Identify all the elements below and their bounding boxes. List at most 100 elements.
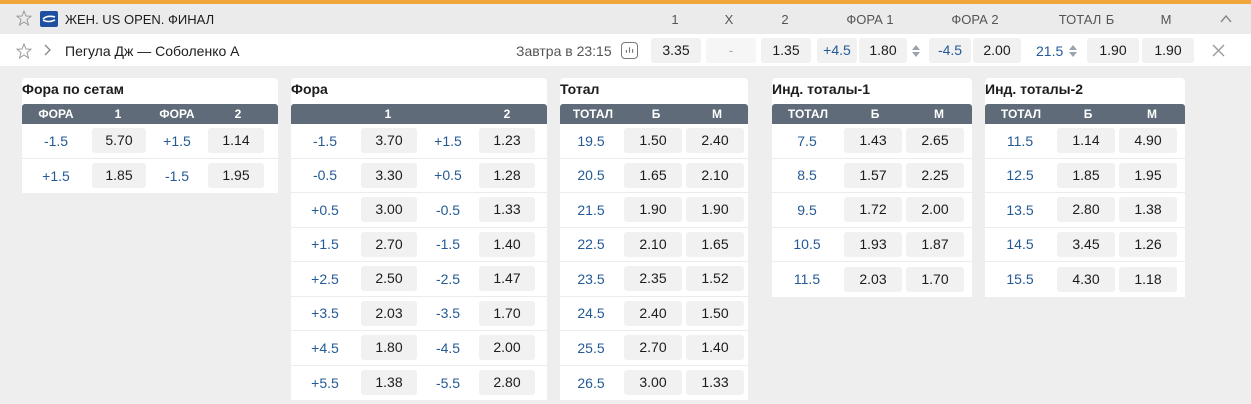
chevron-up-icon[interactable] xyxy=(1219,12,1233,26)
odd-cell[interactable]: 2.70 xyxy=(624,335,682,361)
odd-cell[interactable]: 1.50 xyxy=(624,128,682,154)
odd-cell[interactable]: 1.26 xyxy=(1119,231,1177,257)
table-header: ФОРА 1 ФОРА 2 xyxy=(22,104,278,124)
event-row[interactable]: Пегула Дж — Соболенко А Завтра в 23:15 3… xyxy=(0,34,1251,66)
odd-cell[interactable]: 2.10 xyxy=(686,162,744,188)
table-row: +1.5 2.70 -1.5 1.40 xyxy=(291,227,547,262)
line-value: 11.5 xyxy=(1006,132,1034,149)
table-row: 19.5 1.50 2.40 xyxy=(560,124,748,159)
odd-cell[interactable]: 1.23 xyxy=(479,128,535,154)
table-row: 8.5 1.57 2.25 xyxy=(772,158,972,193)
odd-cell[interactable]: 1.14 xyxy=(208,128,264,154)
odd-cell[interactable]: 3.00 xyxy=(361,197,417,223)
odd-cell[interactable]: 2.00 xyxy=(906,197,964,223)
odd-cell[interactable]: 1.65 xyxy=(624,162,682,188)
card-total: Тотал ТОТАЛ Б М 19.5 1.50 2.40 20.5 1.65 2.10… xyxy=(560,78,748,400)
sort-icon[interactable] xyxy=(911,44,921,58)
odd-cell[interactable]: 1.43 xyxy=(844,128,902,154)
odd-cell[interactable]: 1.95 xyxy=(208,163,264,189)
odd-cell[interactable]: 2.25 xyxy=(906,162,964,188)
line-value: 12.5 xyxy=(1006,167,1034,184)
odd-cell[interactable]: 1.52 xyxy=(686,266,744,292)
match-name[interactable]: Пегула Дж — Соболенко А xyxy=(65,43,240,59)
fora2-odd[interactable]: 2.00 xyxy=(973,38,1021,63)
col-header: Б xyxy=(1083,107,1093,121)
odd-cell[interactable]: 1.70 xyxy=(479,300,535,326)
odd-cell[interactable]: 2.65 xyxy=(906,128,964,154)
odd-w2[interactable]: 1.35 xyxy=(761,38,811,63)
line-value: 24.5 xyxy=(577,305,605,322)
odd-cell[interactable]: 2.35 xyxy=(624,266,682,292)
odd-cell[interactable]: 5.70 xyxy=(92,128,146,154)
odd-cell[interactable]: 1.93 xyxy=(844,231,902,257)
odd-cell[interactable]: 4.90 xyxy=(1119,128,1177,154)
odd-cell[interactable]: 2.80 xyxy=(1057,197,1115,223)
star-icon[interactable] xyxy=(16,43,32,59)
close-icon[interactable] xyxy=(1212,44,1225,57)
odd-cell[interactable]: 1.38 xyxy=(361,370,417,396)
col-header: 1 xyxy=(114,107,122,121)
odd-cell[interactable]: 2.03 xyxy=(361,300,417,326)
odd-cell[interactable]: 1.70 xyxy=(906,266,964,292)
table-row: 10.5 1.93 1.87 xyxy=(772,227,972,262)
odd-cell[interactable]: 1.47 xyxy=(479,266,535,292)
odd-over[interactable]: 1.90 xyxy=(1087,38,1139,63)
odd-cell[interactable]: 3.45 xyxy=(1057,231,1115,257)
odd-cell[interactable]: 2.00 xyxy=(479,335,535,361)
odd-under[interactable]: 1.90 xyxy=(1142,38,1194,63)
league-title[interactable]: ЖЕН. US OPEN. ФИНАЛ xyxy=(65,12,214,27)
line-value: -5.5 xyxy=(435,374,461,391)
line-value: +1.5 xyxy=(42,167,70,184)
odd-cell[interactable]: 1.72 xyxy=(844,197,902,223)
table-row: 20.5 1.65 2.10 xyxy=(560,158,748,193)
odd-cell[interactable]: 1.90 xyxy=(624,197,682,223)
odd-cell[interactable]: 2.80 xyxy=(479,370,535,396)
fora1-odd[interactable]: 1.80 xyxy=(859,38,907,63)
col-header: М xyxy=(712,107,722,121)
col-header: ФОРА xyxy=(38,107,74,121)
odd-cell[interactable]: 4.30 xyxy=(1057,266,1115,292)
table-row: +0.5 3.00 -0.5 1.33 xyxy=(291,193,547,228)
odd-cell[interactable]: 1.87 xyxy=(906,231,964,257)
table-header: ТОТАЛ Б М xyxy=(772,104,972,124)
odd-cell[interactable]: 2.70 xyxy=(361,231,417,257)
odd-cell[interactable]: 1.65 xyxy=(686,231,744,257)
odd-cell[interactable]: 1.40 xyxy=(479,231,535,257)
odd-cell[interactable]: 1.40 xyxy=(686,335,744,361)
table-header: ТОТАЛ Б М xyxy=(560,104,748,124)
tennis-icon xyxy=(40,11,58,27)
odd-cell[interactable]: 2.40 xyxy=(624,300,682,326)
odd-cell[interactable]: 1.85 xyxy=(92,163,146,189)
odd-cell[interactable]: 1.33 xyxy=(479,197,535,223)
odd-cell[interactable]: 2.03 xyxy=(844,266,902,292)
line-value: -3.5 xyxy=(435,305,461,322)
odd-cell[interactable]: 1.38 xyxy=(1119,197,1177,223)
odd-cell[interactable]: 1.85 xyxy=(1057,162,1115,188)
odd-cell[interactable]: 2.40 xyxy=(686,128,744,154)
odd-cell[interactable]: 1.33 xyxy=(686,370,744,396)
odd-cell[interactable]: 1.28 xyxy=(479,162,535,188)
odd-cell[interactable]: 2.50 xyxy=(361,266,417,292)
odd-cell[interactable]: 3.30 xyxy=(361,162,417,188)
table-row: 11.5 1.14 4.90 xyxy=(985,124,1185,159)
odd-cell[interactable]: 1.14 xyxy=(1057,128,1115,154)
odd-cell[interactable]: 3.70 xyxy=(361,128,417,154)
col-header: Б xyxy=(870,107,880,121)
odd-cell[interactable]: 1.90 xyxy=(686,197,744,223)
odd-cell[interactable]: 2.10 xyxy=(624,231,682,257)
line-value: +2.5 xyxy=(311,270,339,287)
odd-cell[interactable]: 1.95 xyxy=(1119,162,1177,188)
odd-w1[interactable]: 3.35 xyxy=(651,38,701,63)
odd-cell[interactable]: 1.57 xyxy=(844,162,902,188)
stats-icon[interactable] xyxy=(621,42,638,59)
chevron-right-icon[interactable] xyxy=(41,44,53,56)
odd-cell[interactable]: 3.00 xyxy=(624,370,682,396)
line-value: -4.5 xyxy=(435,339,461,356)
line-value: 10.5 xyxy=(793,236,821,253)
odd-cell[interactable]: 1.80 xyxy=(361,335,417,361)
odd-cell[interactable]: 1.50 xyxy=(686,300,744,326)
header-fora-2: ФОРА 2 xyxy=(951,12,999,27)
star-icon[interactable] xyxy=(16,10,32,26)
sort-icon[interactable] xyxy=(1068,44,1078,58)
odd-cell[interactable]: 1.18 xyxy=(1119,266,1177,292)
